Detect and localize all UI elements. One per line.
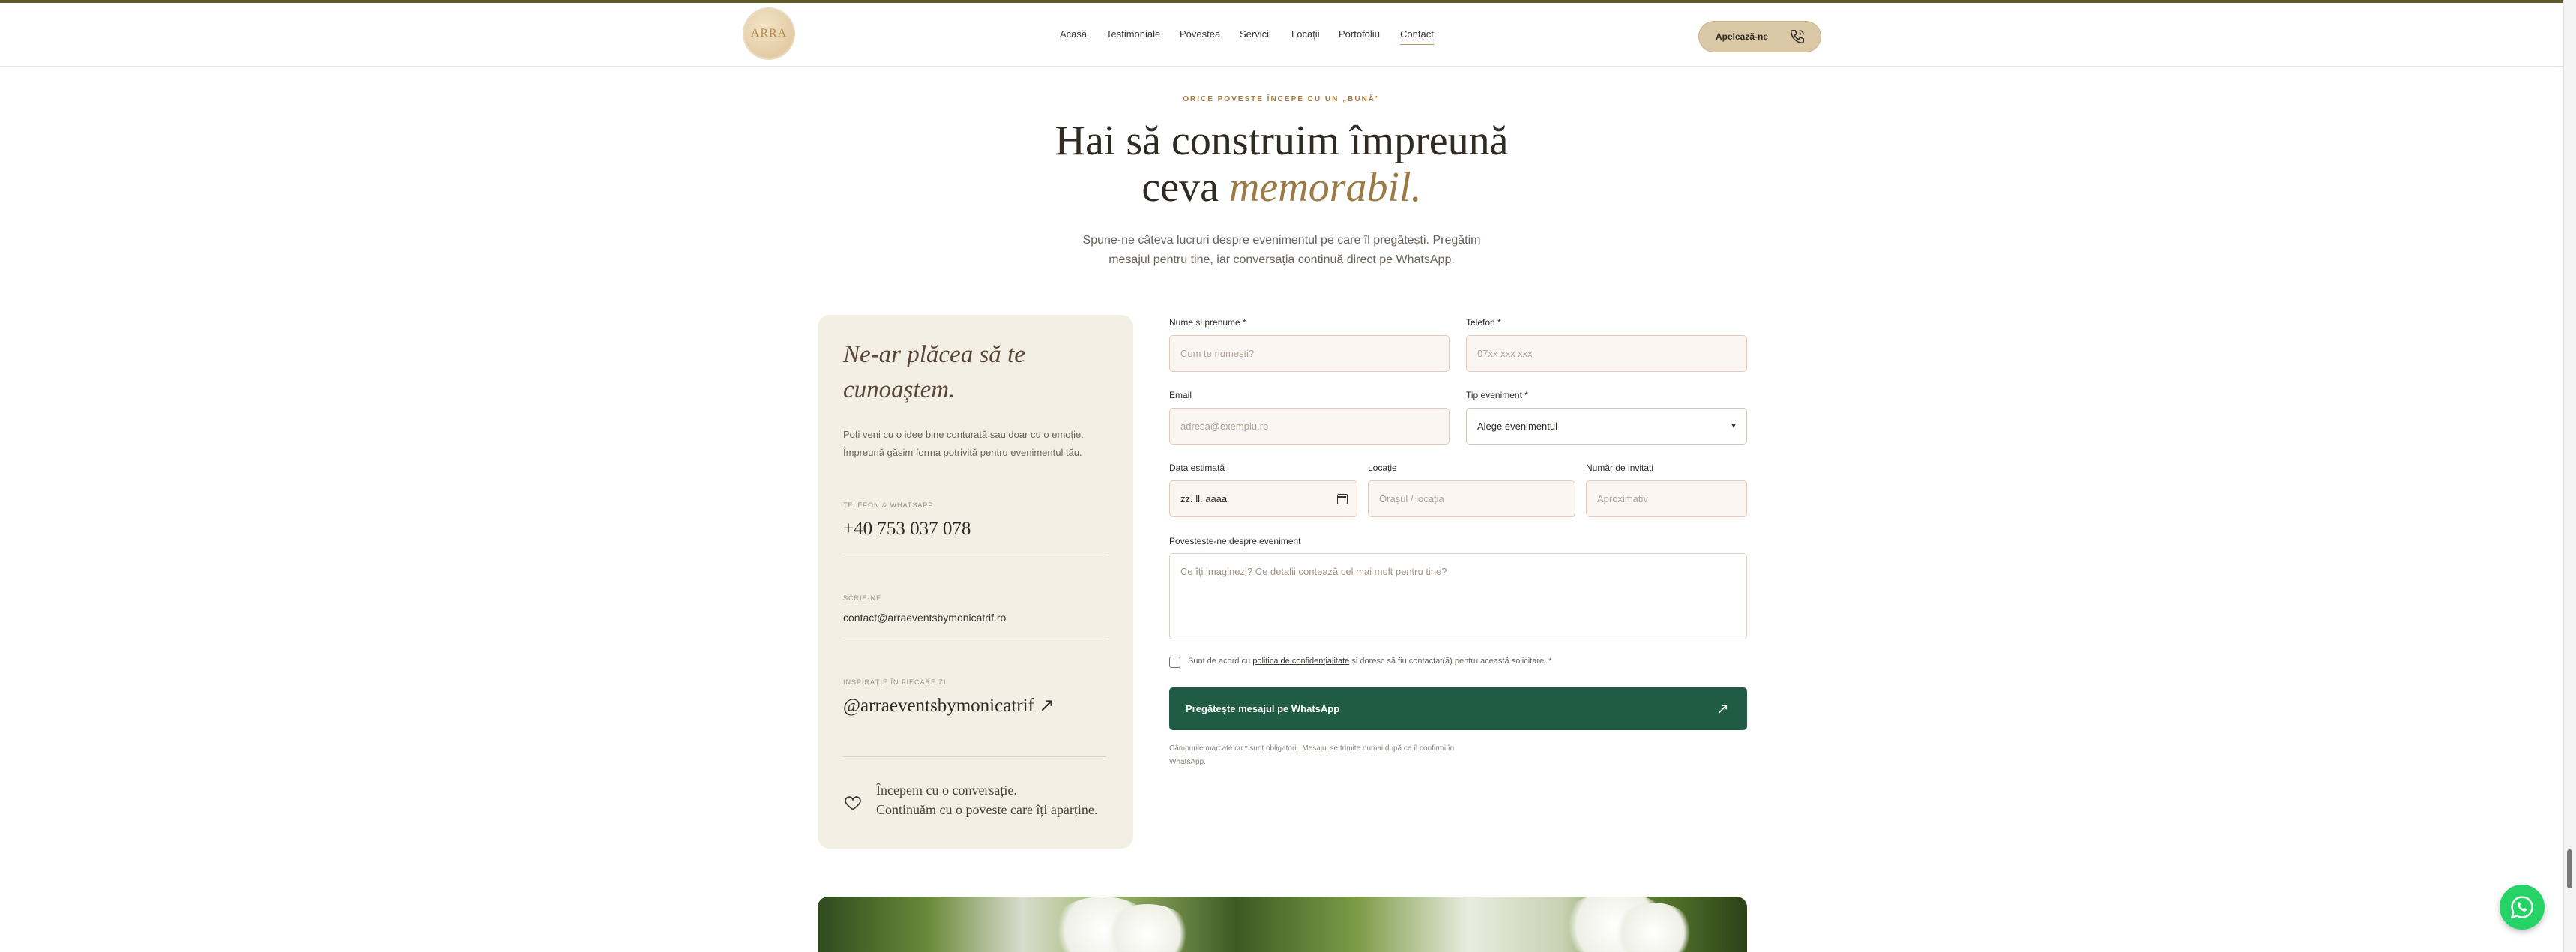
logo-text: ARRA (750, 27, 788, 40)
nav-item-servicii[interactable]: Servicii (1240, 28, 1271, 40)
consent-checkbox[interactable] (1169, 657, 1180, 668)
instagram-link[interactable]: @arraeventsbymonicatrif ↗ (843, 694, 1055, 717)
site-header: ARRA Acasă Testimoniale Povestea Servici… (0, 3, 2563, 67)
contact-info-card: Ne-ar plăcea să te cunoaștem. Poți veni … (818, 315, 1133, 849)
nav-item-acasa[interactable]: Acasă (1060, 28, 1087, 40)
scrollbar-track[interactable] (2563, 0, 2576, 952)
name-label: Nume și prenume * (1169, 317, 1246, 328)
card-paragraph: Poți veni cu o idee bine conturată sau d… (843, 429, 1084, 458)
divider (843, 756, 1106, 757)
event-type-value: Alege evenimentul (1477, 421, 1557, 432)
date-label: Data estimată (1169, 463, 1225, 473)
nav-item-portofoliu[interactable]: Portofoliu (1339, 28, 1380, 40)
section-title-emphasis: memorabil. (1228, 164, 1422, 211)
scrollbar-thumb[interactable] (2567, 849, 2572, 888)
floral-arch-photo (818, 897, 1747, 952)
nav-item-locatii[interactable]: Locații (1291, 28, 1320, 40)
heart-icon (845, 796, 861, 810)
guests-field[interactable]: Aproximativ (1586, 480, 1747, 517)
privacy-policy-link[interactable]: politica de confidențialitate (1252, 657, 1349, 666)
flower-cluster (1612, 903, 1695, 952)
date-placeholder: zz. ll. aaaa (1180, 493, 1228, 504)
story-label: Povestește-ne despre eveniment (1169, 536, 1301, 546)
phone-field-label: Telefon * (1466, 317, 1501, 328)
brand-logo[interactable]: ARRA (744, 9, 794, 58)
call-button[interactable]: Apelează-ne (1698, 21, 1821, 52)
card-quote: Începem cu o conversație. Continuăm cu o… (876, 780, 1123, 819)
card-quote-line1: Începem cu o conversație. (876, 783, 1017, 798)
email-field[interactable]: adresa@exemplu.ro (1169, 408, 1450, 445)
email-label: SCRIE-NE (843, 594, 882, 602)
form-note: Câmpurile marcate cu * sunt obligatorii.… (1169, 744, 1455, 766)
phone-field[interactable]: 07xx xxx xxx (1466, 335, 1747, 372)
email-placeholder: adresa@exemplu.ro (1180, 421, 1269, 432)
location-field[interactable]: Orașul / locația (1368, 480, 1575, 517)
section-title-line2: ceva memorabil. (0, 163, 2563, 211)
chevron-down-icon: ▼ (1730, 422, 1737, 430)
email-field-label: Email (1169, 390, 1192, 400)
phone-icon (1791, 30, 1804, 43)
phone-placeholder: 07xx xxx xxx (1477, 348, 1533, 359)
consent-text: Sunt de acord cu politica de confidenția… (1188, 657, 1552, 666)
phone-label: TELEFON & WHATSAPP (843, 501, 934, 509)
submit-label: Pregătește mesajul pe WhatsApp (1186, 703, 1340, 714)
section-lead-line1: Spune-ne câteva lucruri despre eveniment… (1082, 234, 1481, 247)
section-title-line1: Hai să construim împreună (1055, 118, 1509, 164)
location-placeholder: Orașul / locația (1379, 493, 1444, 504)
section-lead-line2: mesajul pentru tine, iar conversația con… (1108, 253, 1455, 266)
section-eyebrow: ORICE POVESTE ÎNCEPE CU UN „BUNĂ" (1183, 95, 1381, 103)
nav-item-povestea[interactable]: Povestea (1180, 28, 1220, 40)
guests-placeholder: Aproximativ (1597, 493, 1648, 504)
card-title: Ne-ar plăcea să te cunoaștem. (843, 341, 1025, 403)
story-placeholder: Ce îți imaginezi? Ce detalii contează ce… (1180, 566, 1447, 577)
consent-suffix: și doresc să fiu contactat(ă) pentru ace… (1349, 657, 1552, 666)
section-title-plain: ceva (1141, 164, 1229, 211)
instagram-label: INSPIRAȚIE ÎN FIECARE ZI (843, 678, 947, 686)
consent-prefix: Sunt de acord cu (1188, 657, 1253, 666)
guests-label: Număr de invitați (1586, 463, 1654, 473)
call-button-label: Apelează-ne (1716, 31, 1769, 42)
nav-item-testimoniale[interactable]: Testimoniale (1106, 28, 1160, 40)
name-field[interactable]: Cum te numești? (1169, 335, 1450, 372)
name-placeholder: Cum te numești? (1180, 348, 1255, 359)
whatsapp-icon (2510, 896, 2533, 919)
submit-whatsapp-button[interactable]: Pregătește mesajul pe WhatsApp ↗ (1169, 687, 1747, 730)
nav-item-contact[interactable]: Contact (1400, 28, 1434, 45)
whatsapp-float-button[interactable] (2500, 885, 2545, 930)
story-textarea[interactable]: Ce îți imaginezi? Ce detalii contează ce… (1169, 553, 1747, 639)
card-quote-line2: Continuăm cu o poveste care îți aparține… (876, 802, 1098, 817)
arrow-up-right-icon: ↗ (1716, 701, 1729, 717)
event-type-select[interactable]: Alege evenimentul ▼ (1466, 408, 1747, 445)
date-field[interactable]: zz. ll. aaaa (1169, 480, 1357, 517)
location-label: Locație (1368, 463, 1397, 473)
calendar-icon[interactable] (1337, 494, 1348, 504)
phone-link[interactable]: +40 753 037 078 (843, 519, 971, 540)
event-type-label: Tip eveniment * (1466, 390, 1528, 400)
email-link[interactable]: contact@arraeventsbymonicatrif.ro (843, 612, 1006, 624)
